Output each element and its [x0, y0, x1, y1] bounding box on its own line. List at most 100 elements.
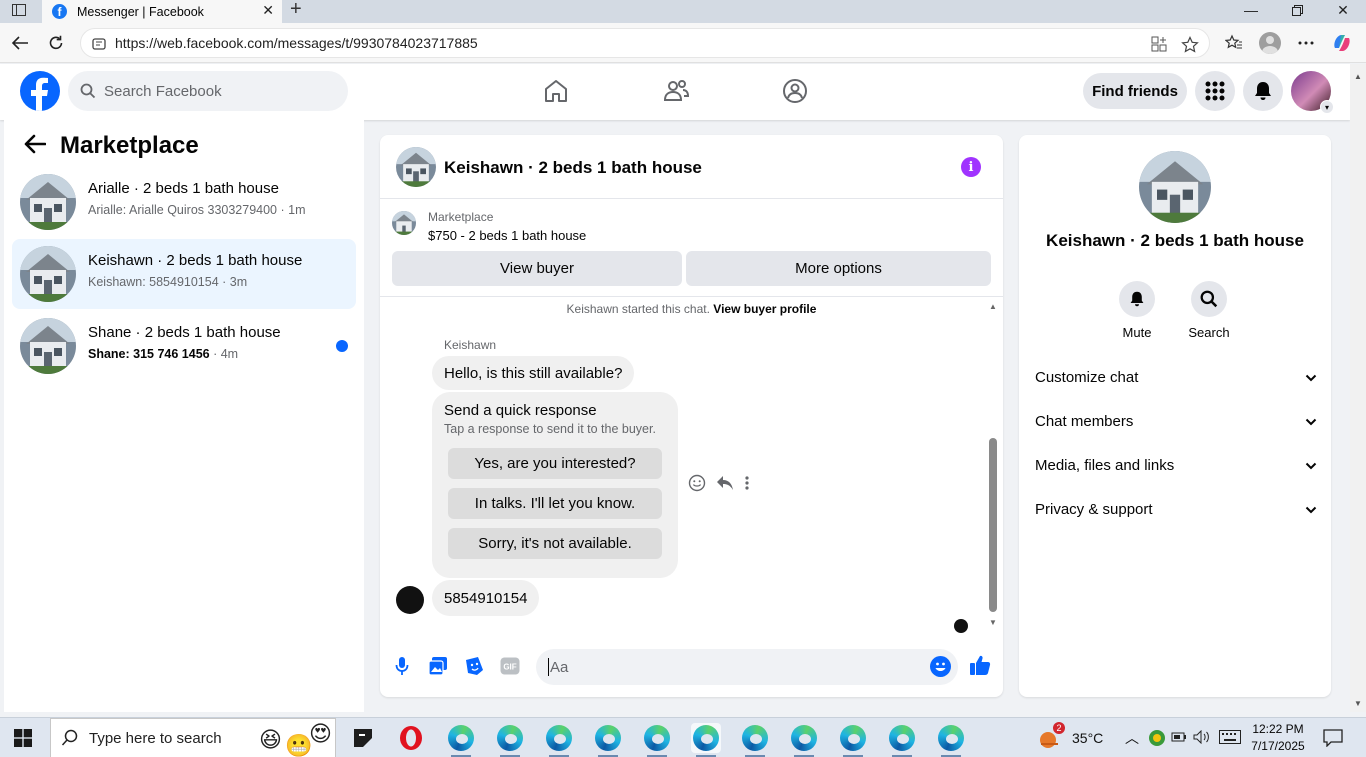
chat-started-text: Keishawn started this chat. [566, 302, 710, 316]
close-tab-icon[interactable]: ✕ [262, 2, 274, 19]
conversation-title[interactable]: Keishawn · 2 beds 1 bath house [444, 158, 702, 178]
refresh-icon[interactable] [44, 31, 68, 55]
app-tray-icon[interactable] [1149, 730, 1165, 746]
browser-address-bar: https://web.facebook.com/messages/t/9930… [0, 23, 1366, 63]
chat-members-row[interactable]: Chat members [1035, 407, 1317, 435]
edge-window-4-icon[interactable] [593, 723, 623, 757]
reply-icon[interactable] [716, 475, 734, 496]
keyboard-icon[interactable] [1219, 729, 1241, 747]
message-input[interactable]: Aa [536, 649, 958, 685]
info-icon[interactable]: i [961, 157, 981, 177]
chevron-down-icon [1305, 369, 1317, 386]
voice-clip-icon[interactable] [391, 655, 413, 677]
react-emoji-icon[interactable] [688, 474, 706, 497]
edge-window-11-icon[interactable] [936, 723, 966, 757]
conversation-thumbnail[interactable] [396, 147, 436, 187]
message-actions [688, 474, 750, 497]
listing-thumbnail[interactable] [392, 211, 416, 235]
edge-window-6-icon[interactable] [691, 723, 721, 757]
copilot-icon[interactable] [1330, 31, 1354, 55]
scrollbar-thumb[interactable] [989, 438, 997, 612]
quick-reply-in-talks[interactable]: In talks. I'll let you know. [448, 488, 662, 519]
find-friends-button[interactable]: Find friends [1083, 73, 1187, 109]
facebook-logo-icon[interactable] [20, 71, 60, 111]
volume-icon[interactable] [1193, 729, 1211, 747]
svg-text:GIF: GIF [503, 663, 516, 672]
windows-start-icon[interactable] [14, 729, 32, 752]
profile-icon[interactable] [1258, 31, 1282, 55]
back-icon[interactable] [8, 31, 32, 55]
taskbar-clock[interactable]: 12:22 PM 7/17/2025 [1248, 721, 1308, 755]
app-available-icon[interactable] [1151, 36, 1169, 54]
edge-window-2-icon[interactable] [495, 723, 525, 757]
thread-keishawn[interactable]: Keishawn · 2 beds 1 bath house Keishawn:… [12, 239, 356, 309]
battery-icon[interactable] [1171, 730, 1187, 746]
tab-title: Messenger | Facebook [77, 4, 204, 19]
menu-grid-icon[interactable] [1195, 71, 1235, 111]
edge-window-9-icon[interactable] [838, 723, 868, 757]
sender-avatar[interactable] [396, 586, 424, 614]
thread-shane[interactable]: Shane · 2 beds 1 bath house Shane: 315 7… [12, 311, 356, 381]
sticker-icon[interactable] [463, 655, 485, 677]
tab-actions-icon[interactable] [8, 0, 30, 20]
text-caret [548, 658, 549, 676]
gif-icon[interactable]: GIF [499, 655, 521, 677]
message-bubble[interactable]: 5854910154 [432, 580, 540, 616]
message-bubble[interactable]: Hello, is this still available? [432, 356, 635, 390]
edge-window-5-icon[interactable] [642, 723, 672, 757]
notifications-bell-icon[interactable] [1243, 71, 1283, 111]
like-thumbs-up-icon[interactable] [969, 654, 991, 676]
edge-window-8-icon[interactable] [789, 723, 819, 757]
emoji-picker-icon[interactable] [930, 656, 951, 677]
browser-tab-messenger[interactable]: f Messenger | Facebook ✕ [42, 0, 282, 23]
friends-icon[interactable] [661, 76, 691, 106]
home-icon[interactable] [541, 76, 571, 106]
scroll-up-icon[interactable]: ▲ [989, 302, 997, 311]
taskbar-search-input[interactable]: Type here to search 😆 😬 😍 [50, 718, 336, 757]
mute-button[interactable]: Mute [1107, 281, 1167, 340]
privacy-support-row[interactable]: Privacy & support [1035, 495, 1317, 523]
edge-window-3-icon[interactable] [544, 723, 574, 757]
attach-photo-icon[interactable] [427, 655, 449, 677]
more-vertical-icon[interactable] [744, 475, 750, 496]
notification-center-icon[interactable] [1318, 723, 1348, 753]
customize-chat-row[interactable]: Customize chat [1035, 363, 1317, 391]
sticky-app-icon[interactable] [348, 723, 378, 753]
favorite-star-icon[interactable] [1181, 36, 1199, 54]
more-options-button[interactable]: More options [686, 251, 991, 286]
minimize-icon[interactable]: — [1228, 0, 1274, 20]
view-buyer-profile-link[interactable]: View buyer profile [713, 302, 816, 316]
weather-widget[interactable]: 2 35°C [1038, 718, 1103, 757]
edge-window-7-icon[interactable] [740, 723, 770, 757]
scroll-down-icon[interactable]: ▼ [989, 618, 997, 627]
favorites-icon[interactable] [1222, 31, 1246, 55]
thread-time: · 4m [209, 347, 239, 361]
conversation-panel: Keishawn · 2 beds 1 bath house i Marketp… [380, 135, 1003, 697]
thread-arialle[interactable]: Arialle · 2 beds 1 bath house Arialle: A… [12, 167, 356, 237]
account-avatar[interactable]: ▾ [1291, 71, 1334, 114]
edge-window-10-icon[interactable] [887, 723, 917, 757]
new-tab-icon[interactable]: + [290, 0, 302, 21]
section-label: Chat members [1035, 412, 1134, 430]
edge-window-1-icon[interactable] [446, 723, 476, 757]
back-arrow-icon[interactable] [24, 134, 47, 159]
quick-reply-interested[interactable]: Yes, are you interested? [448, 448, 662, 479]
opera-browser-icon[interactable] [396, 723, 426, 753]
show-hidden-icons-icon[interactable]: ︿ [1125, 728, 1139, 748]
close-window-icon[interactable]: ✕ [1320, 0, 1366, 20]
page-scrollbar[interactable]: ▲ ▼ [1350, 64, 1366, 712]
view-buyer-button[interactable]: View buyer [392, 251, 682, 286]
media-files-links-row[interactable]: Media, files and links [1035, 451, 1317, 479]
facebook-search-input[interactable]: Search Facebook [68, 71, 348, 111]
system-tray: ︿ [1125, 718, 1241, 757]
groups-icon[interactable] [780, 76, 810, 106]
quick-reply-not-available[interactable]: Sorry, it's not available. [448, 528, 662, 559]
message-scrollbar[interactable]: ▲ ▼ [986, 300, 1000, 628]
marketplace-inbox-panel: Marketplace Arialle · 2 beds 1 bath hous… [4, 120, 364, 712]
more-menu-icon[interactable] [1294, 31, 1318, 55]
listing-price-title[interactable]: $750 - 2 beds 1 bath house [428, 228, 586, 243]
restore-icon[interactable] [1274, 0, 1320, 20]
site-info-icon[interactable] [91, 36, 107, 55]
search-in-conversation-button[interactable]: Search [1179, 281, 1239, 340]
url-field[interactable]: https://web.facebook.com/messages/t/9930… [80, 28, 1210, 58]
